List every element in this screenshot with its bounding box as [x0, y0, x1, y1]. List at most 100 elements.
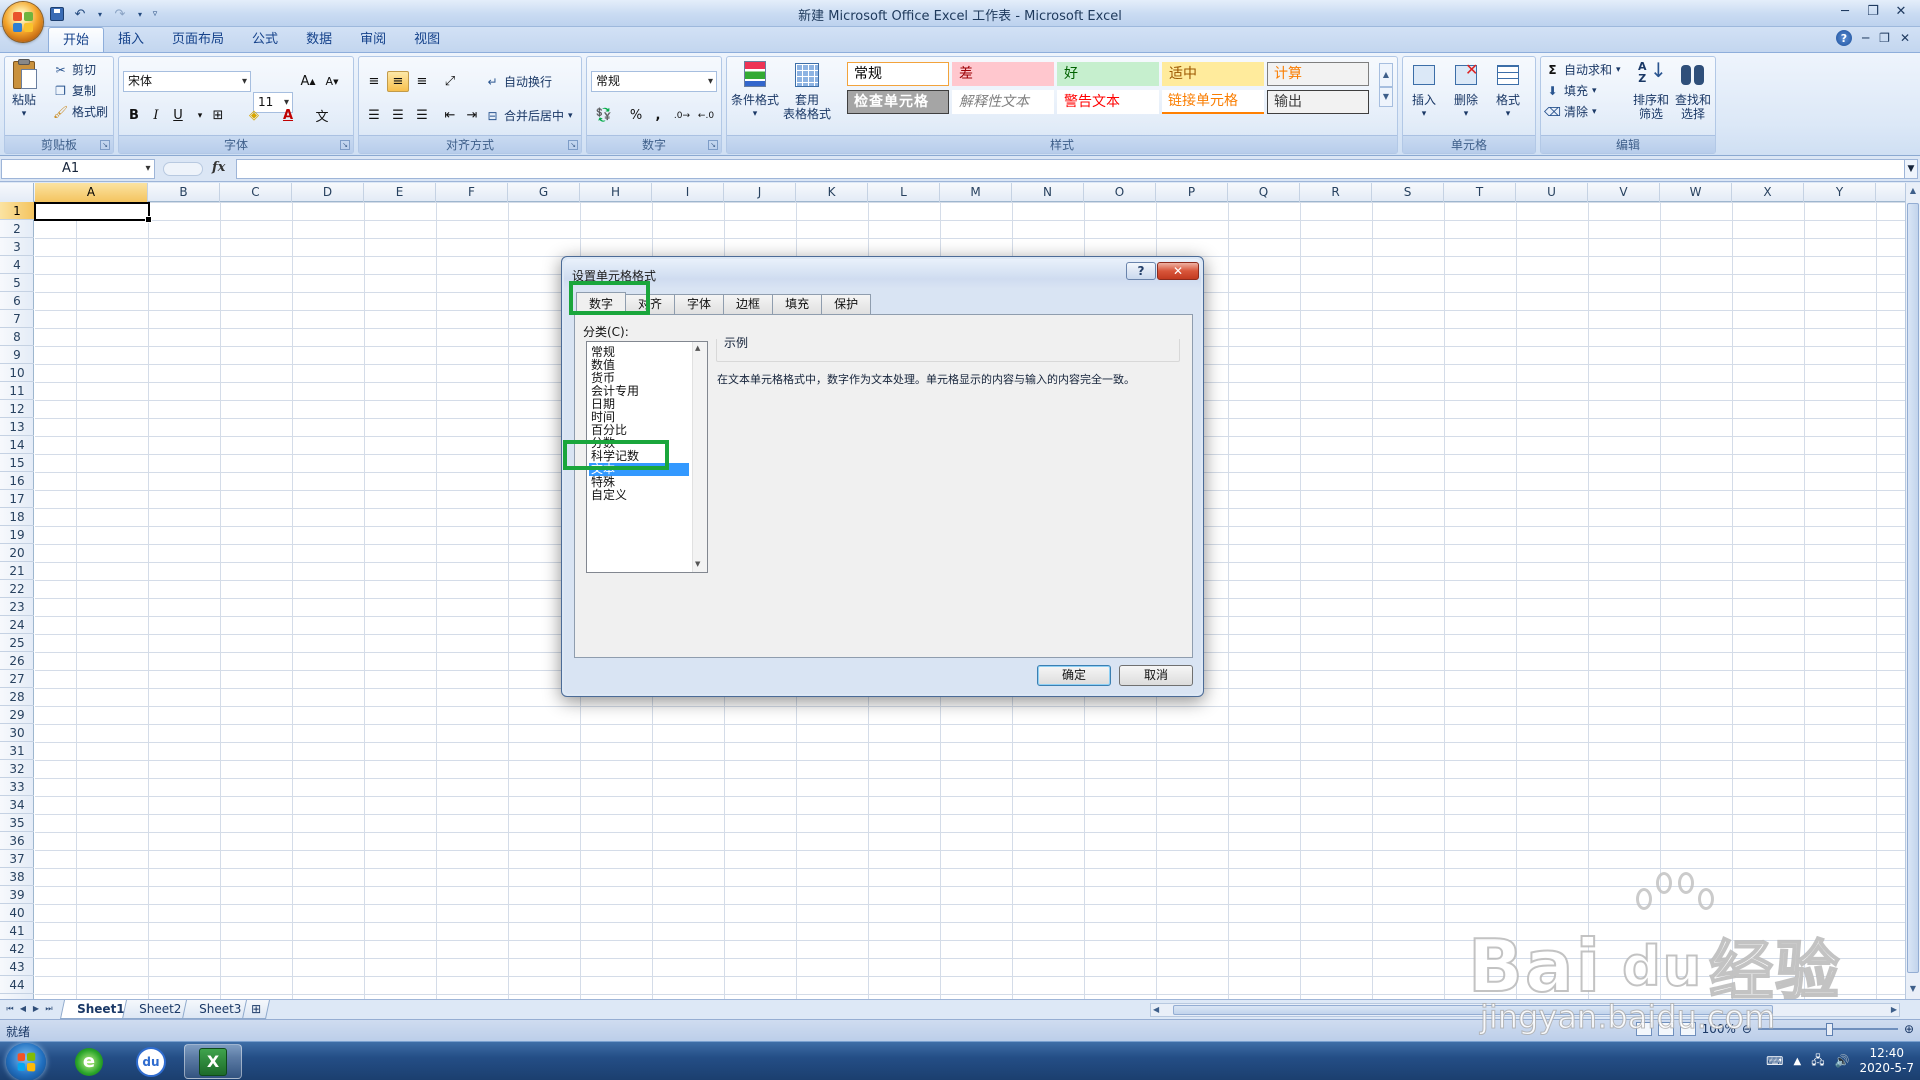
row-header-8[interactable]: 8: [0, 328, 34, 346]
office-button[interactable]: [3, 2, 43, 42]
fill-color-icon[interactable]: ◈: [243, 105, 265, 126]
cell-style-8[interactable]: 链接单元格: [1162, 90, 1264, 114]
row-header-43[interactable]: 43: [0, 958, 34, 976]
column-header-j[interactable]: J: [724, 183, 796, 202]
column-header-i[interactable]: I: [652, 183, 724, 202]
cell-style-1[interactable]: 差: [952, 62, 1054, 86]
start-button[interactable]: [6, 1043, 46, 1080]
ok-button[interactable]: 确定: [1037, 665, 1111, 686]
row-header-1[interactable]: 1: [0, 202, 34, 220]
dialog-launcher-icon[interactable]: ↘: [568, 140, 578, 150]
dialog-tab-fill[interactable]: 填充: [772, 293, 823, 314]
tab-page-layout[interactable]: 页面布局: [158, 27, 238, 52]
tab-insert[interactable]: 插入: [104, 27, 158, 52]
column-header-c[interactable]: C: [220, 183, 292, 202]
clear-button[interactable]: ⌫ 清除 ▾: [1544, 101, 1621, 122]
decrease-decimal-icon[interactable]: ←.0: [695, 105, 717, 126]
column-header-o[interactable]: O: [1084, 183, 1156, 202]
cell-style-9[interactable]: 输出: [1267, 90, 1369, 114]
row-header-41[interactable]: 41: [0, 922, 34, 940]
row-header-26[interactable]: 26: [0, 652, 34, 670]
row-header-4[interactable]: 4: [0, 256, 34, 274]
grow-font-icon[interactable]: A ▲: [297, 71, 319, 92]
sort-filter-button[interactable]: A Z ↓ 排序和 筛选: [1633, 59, 1669, 121]
delete-cells-button[interactable]: ✕ 删除 ▾: [1451, 59, 1481, 121]
paste-button[interactable]: 粘贴 ▾: [9, 59, 39, 121]
taskbar-ie[interactable]: e: [60, 1044, 118, 1079]
row-header-5[interactable]: 5: [0, 274, 34, 292]
tab-view[interactable]: 视图: [400, 27, 454, 52]
row-header-39[interactable]: 39: [0, 886, 34, 904]
dialog-help-button[interactable]: ?: [1126, 262, 1156, 280]
currency-icon[interactable]: 💱: [593, 105, 615, 126]
dialog-launcher-icon[interactable]: ↘: [708, 140, 718, 150]
tab-home[interactable]: 开始: [48, 26, 105, 53]
row-header-22[interactable]: 22: [0, 580, 34, 598]
zoom-in-icon[interactable]: ⊕: [1904, 1022, 1914, 1036]
scroll-up-icon[interactable]: ▲: [1906, 183, 1920, 199]
cell-style-6[interactable]: 解释性文本: [952, 90, 1054, 114]
close-icon[interactable]: ✕: [1890, 2, 1912, 20]
row-header-9[interactable]: 9: [0, 346, 34, 364]
network-icon[interactable]: 🖧: [1811, 1051, 1824, 1072]
cell-style-2[interactable]: 好: [1057, 62, 1159, 86]
row-header-31[interactable]: 31: [0, 742, 34, 760]
column-header-n[interactable]: N: [1012, 183, 1084, 202]
fill-button[interactable]: ⬇ 填充 ▾: [1545, 80, 1621, 101]
increase-indent-icon[interactable]: ⇥: [461, 105, 483, 126]
zoom-slider[interactable]: [1757, 1023, 1898, 1036]
cell-style-7[interactable]: 警告文本: [1057, 90, 1159, 114]
cell-style-4[interactable]: 计算: [1267, 62, 1369, 86]
shrink-font-icon[interactable]: A ▼: [321, 71, 343, 92]
column-header-p[interactable]: P: [1156, 183, 1228, 202]
row-header-10[interactable]: 10: [0, 364, 34, 382]
expand-formula-bar-icon[interactable]: ▼: [1904, 159, 1918, 179]
dialog-launcher-icon[interactable]: ↘: [100, 140, 110, 150]
formula-input[interactable]: [236, 159, 1906, 179]
column-header-v[interactable]: V: [1588, 183, 1660, 202]
row-header-18[interactable]: 18: [0, 508, 34, 526]
gallery-scroll-down-icon[interactable]: ▼: [1379, 87, 1393, 107]
cancel-button[interactable]: 取消: [1119, 665, 1193, 686]
decrease-indent-icon[interactable]: ⇤: [439, 105, 461, 126]
copy-button[interactable]: ❐ 复制: [53, 80, 108, 101]
row-header-21[interactable]: 21: [0, 562, 34, 580]
row-header-36[interactable]: 36: [0, 832, 34, 850]
last-sheet-icon[interactable]: ⏭: [43, 1002, 55, 1016]
format-as-table-button[interactable]: 套用 表格格式: [783, 59, 831, 121]
row-header-23[interactable]: 23: [0, 598, 34, 616]
align-center-icon[interactable]: ☰: [387, 105, 409, 126]
workbook-restore-icon[interactable]: ❐: [1879, 31, 1890, 45]
keyboard-icon[interactable]: ⌨: [1766, 1054, 1783, 1068]
help-icon[interactable]: ?: [1835, 30, 1852, 46]
scroll-left-icon[interactable]: ◀: [1153, 1004, 1159, 1016]
column-header-b[interactable]: B: [148, 183, 220, 202]
italic-button[interactable]: I: [145, 105, 167, 126]
scroll-down-icon[interactable]: ▼: [1906, 981, 1920, 997]
tab-review[interactable]: 审阅: [346, 27, 400, 52]
list-scroll-up-icon[interactable]: ▲: [695, 344, 700, 352]
show-hidden-icons[interactable]: ▲: [1793, 1056, 1801, 1067]
minimize-icon[interactable]: ─: [1834, 2, 1856, 20]
row-header-35[interactable]: 35: [0, 814, 34, 832]
clock[interactable]: 12:40 2020-5-7: [1860, 1046, 1914, 1076]
row-header-32[interactable]: 32: [0, 760, 34, 778]
tab-data[interactable]: 数据: [292, 27, 346, 52]
conditional-format-button[interactable]: 条件格式 ▾: [731, 59, 779, 121]
align-middle-icon[interactable]: ≡: [387, 71, 409, 92]
insert-cells-button[interactable]: 插入 ▾: [1409, 59, 1439, 121]
taskbar-excel[interactable]: X: [184, 1044, 242, 1079]
percent-button[interactable]: %: [625, 105, 647, 126]
column-header-e[interactable]: E: [364, 183, 436, 202]
cell-style-3[interactable]: 适中: [1162, 62, 1264, 86]
cell-style-0[interactable]: 常规: [847, 62, 949, 86]
workbook-close-icon[interactable]: ✕: [1900, 31, 1910, 45]
row-header-19[interactable]: 19: [0, 526, 34, 544]
vertical-scrollbar[interactable]: ▲ ▼: [1905, 183, 1920, 999]
column-header-f[interactable]: F: [436, 183, 508, 202]
borders-icon[interactable]: ⊞: [207, 105, 229, 126]
increase-decimal-icon[interactable]: .0→: [671, 105, 693, 126]
row-header-11[interactable]: 11: [0, 382, 34, 400]
row-header-34[interactable]: 34: [0, 796, 34, 814]
row-header-28[interactable]: 28: [0, 688, 34, 706]
